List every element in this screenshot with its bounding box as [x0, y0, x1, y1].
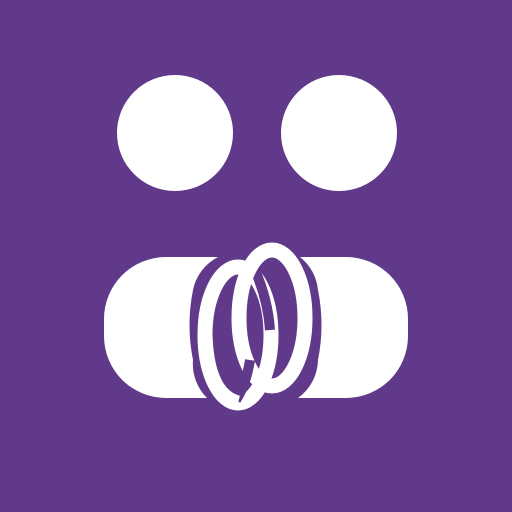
two-people-linked-rings-icon [0, 0, 512, 512]
left-person-head [117, 75, 233, 191]
right-person-head [281, 75, 397, 191]
app-icon[interactable] [0, 0, 512, 512]
